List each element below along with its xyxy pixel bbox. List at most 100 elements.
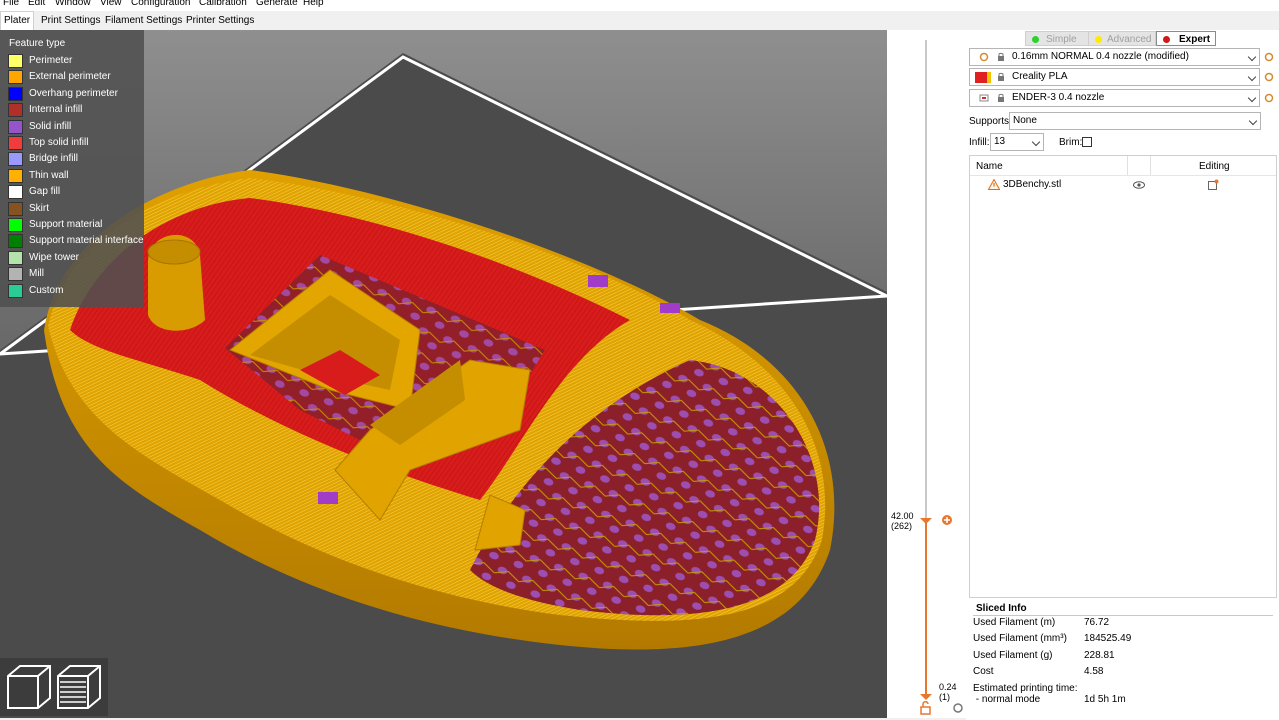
legend-label: Support material interface xyxy=(29,235,144,247)
column-divider xyxy=(1127,156,1128,175)
legend-label: Support material xyxy=(29,219,103,230)
tab-filament-settings[interactable]: Filament Settings xyxy=(102,13,185,29)
mode-simple-button[interactable]: Simple xyxy=(1025,31,1089,46)
supports-label: Supports: xyxy=(969,116,1012,127)
legend-label: Mill xyxy=(29,268,44,280)
menu-configuration[interactable]: Configuration xyxy=(131,0,190,9)
info-value-filament-mm3: 184525.49 xyxy=(1084,633,1132,644)
legend-swatch xyxy=(8,250,23,265)
print-preset-select[interactable]: 0.16mm NORMAL 0.4 nozzle (modified) xyxy=(969,48,1260,66)
legend-title: Feature type xyxy=(9,38,66,49)
info-label-cost: Cost xyxy=(973,666,994,677)
advanced-mode-dot xyxy=(1095,36,1102,43)
preset-gear-icon xyxy=(979,52,989,62)
chevron-down-icon xyxy=(1031,137,1041,147)
legend-label: Skirt xyxy=(29,202,49,214)
info-label-filament-m: Used Filament (m) xyxy=(973,617,1056,628)
top-layer-height: 42.00 xyxy=(891,511,914,521)
legend-swatch xyxy=(8,152,23,167)
filament-preset-value: Creality PLA xyxy=(1012,71,1068,82)
legend-swatch xyxy=(8,103,23,118)
filament-preset-select[interactable]: Creality PLA xyxy=(969,68,1260,86)
mode-expert-button[interactable]: Expert xyxy=(1156,31,1216,46)
legend-swatch xyxy=(8,267,23,282)
legend-swatch xyxy=(8,119,23,134)
menu-calibration[interactable]: Calibration xyxy=(199,0,247,9)
infill-select[interactable]: 13 xyxy=(990,133,1044,151)
info-value-normal-mode: 1d 5h 1m xyxy=(1084,694,1126,705)
legend-swatch xyxy=(8,168,23,183)
lock-icon xyxy=(998,52,1004,61)
tab-printer-settings[interactable]: Printer Settings xyxy=(183,13,257,29)
chevron-down-icon xyxy=(1247,52,1257,62)
mode-advanced-label: Advanced xyxy=(1107,34,1152,45)
lock-icon[interactable] xyxy=(920,701,931,715)
divider xyxy=(973,615,1273,616)
menu-edit[interactable]: Edit xyxy=(28,0,45,9)
legend-label: Custom xyxy=(29,284,64,296)
print-settings-gear-icon[interactable] xyxy=(1264,52,1274,62)
info-value-filament-m: 76.72 xyxy=(1084,617,1110,628)
printer-settings-gear-icon[interactable] xyxy=(1264,93,1274,103)
legend-label: Bridge infill xyxy=(29,153,78,165)
filament-color-accent xyxy=(987,72,991,83)
tab-plater[interactable]: Plater xyxy=(0,11,35,30)
list-item[interactable]: 3DBenchy.stl xyxy=(970,176,1276,194)
legend-label: External perimeter xyxy=(29,71,111,83)
simple-mode-dot xyxy=(1032,36,1039,43)
legend-swatch xyxy=(8,185,23,200)
legend-label: Solid infill xyxy=(29,120,72,132)
printer-icon xyxy=(979,94,989,102)
infill-label: Infill: xyxy=(969,137,990,148)
legend-label: Internal infill xyxy=(29,104,83,116)
eye-icon[interactable] xyxy=(1133,181,1145,189)
chevron-down-icon xyxy=(1247,93,1257,103)
supports-select[interactable]: None xyxy=(1009,112,1261,130)
filament-color-swatch[interactable] xyxy=(975,72,987,83)
printer-preset-select[interactable]: ENDER-3 0.4 nozzle xyxy=(969,89,1260,107)
lower-thumb[interactable] xyxy=(920,694,932,700)
menu-view[interactable]: View xyxy=(100,0,122,9)
info-value-cost: 4.58 xyxy=(1084,666,1104,677)
layers-view-icon[interactable] xyxy=(57,665,101,709)
brim-checkbox[interactable] xyxy=(1082,137,1092,147)
layer-slider-panel: 42.00 (262) 0.24 (1) xyxy=(887,30,966,718)
object-list: Name Editing 3DBenchy.stl xyxy=(969,155,1277,598)
legend-swatch xyxy=(8,201,23,216)
slider-settings-icon[interactable] xyxy=(953,703,963,713)
3d-view-icon[interactable] xyxy=(7,665,51,709)
legend-label: Thin wall xyxy=(29,169,69,181)
menu-file[interactable]: File xyxy=(3,0,19,9)
chevron-down-icon xyxy=(1247,72,1257,82)
lock-icon xyxy=(998,72,1004,81)
bottom-layer-number: (1) xyxy=(939,692,950,702)
legend-label: Gap fill xyxy=(29,186,61,198)
legend-swatch xyxy=(8,283,23,298)
legend-swatch xyxy=(8,136,23,150)
warning-icon xyxy=(988,179,1000,190)
mode-advanced-button[interactable]: Advanced xyxy=(1088,31,1156,46)
menu-generate[interactable]: Generate xyxy=(256,0,298,9)
supports-value: None xyxy=(1013,115,1037,126)
3d-preview-viewport[interactable]: Feature type Perimeter External perimeter… xyxy=(0,30,887,718)
menu-bar: File Edit Window View Configuration Cali… xyxy=(0,0,1279,11)
menu-help[interactable]: Help xyxy=(303,0,324,9)
legend-swatch xyxy=(8,86,23,101)
column-name-header[interactable]: Name xyxy=(976,161,1003,172)
legend-label: Wipe tower xyxy=(29,251,80,263)
upper-thumb[interactable] xyxy=(920,518,932,524)
brim-label: Brim: xyxy=(1059,137,1083,148)
feature-type-legend: Feature type Perimeter External perimeter… xyxy=(0,30,144,307)
print-preset-value: 0.16mm NORMAL 0.4 nozzle (modified) xyxy=(1012,51,1189,62)
column-editing-header[interactable]: Editing xyxy=(1199,161,1230,172)
mode-expert-label: Expert xyxy=(1179,34,1211,45)
menu-window[interactable]: Window xyxy=(55,0,91,9)
tab-bar: Plater Print Settings Filament Settings … xyxy=(0,11,1279,31)
info-label-filament-g: Used Filament (g) xyxy=(973,650,1053,661)
filament-settings-gear-icon[interactable] xyxy=(1264,72,1274,82)
add-color-change-icon[interactable] xyxy=(942,515,952,525)
info-value-filament-g: 228.81 xyxy=(1084,650,1115,661)
tab-print-settings[interactable]: Print Settings xyxy=(38,13,103,29)
edit-settings-icon[interactable] xyxy=(1208,179,1219,190)
legend-label: Perimeter xyxy=(29,55,73,66)
